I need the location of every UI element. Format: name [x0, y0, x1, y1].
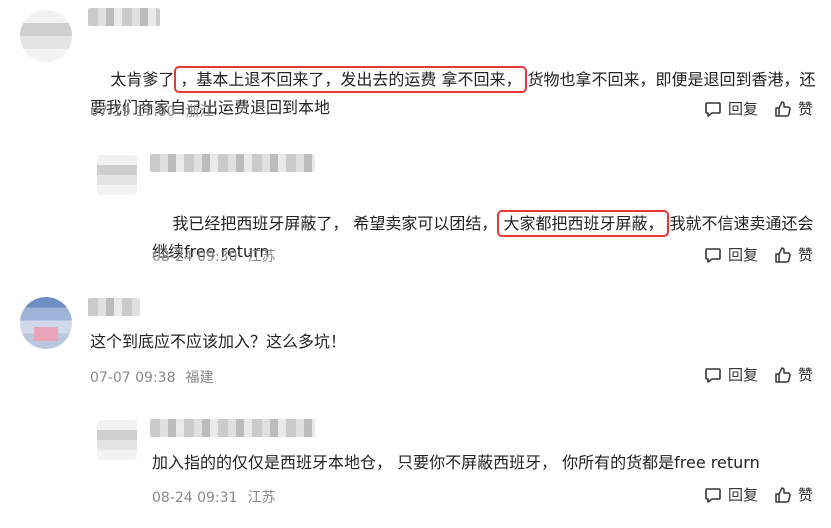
comment-text: 加入指的的仅仅是西班牙本地仓， 只要你不屏蔽西班牙， 你所有的货都是free r… — [152, 453, 760, 472]
like-button[interactable]: 赞 — [774, 98, 813, 119]
like-label: 赞 — [797, 366, 813, 384]
comment-location: 江苏 — [247, 249, 276, 265]
avatar[interactable] — [97, 155, 137, 195]
comment-time: 07-07 09:38 — [90, 370, 176, 386]
reply-button[interactable]: 回复 — [704, 364, 758, 385]
like-label: 赞 — [797, 100, 813, 118]
thumbs-up-icon — [774, 100, 792, 118]
like-button[interactable]: 赞 — [774, 484, 813, 505]
comment-meta: 07-07 09:38 福建 — [90, 367, 213, 387]
reply-label: 回复 — [727, 366, 758, 384]
reply-button[interactable]: 回复 — [704, 484, 758, 505]
like-button[interactable]: 赞 — [774, 244, 813, 265]
avatar[interactable] — [20, 10, 72, 62]
comment-meta: 08-24 09:31 江苏 — [152, 487, 275, 507]
comment-location: 福建 — [185, 370, 214, 386]
comment-bubble-icon — [704, 486, 722, 504]
comment-time: 08-24 09:31 — [152, 490, 238, 506]
username-blurred[interactable] — [150, 419, 315, 437]
thumbs-up-icon — [774, 486, 792, 504]
comment-actions: 回复 赞 — [704, 98, 813, 119]
highlighted-text: ，基本上退不回来了，发出去的运费 拿不回来， — [174, 66, 528, 93]
comment-text-part: 太肯爹了 — [110, 70, 175, 89]
comment-bubble-icon — [704, 366, 722, 384]
comment-actions: 回复 赞 — [704, 364, 813, 385]
thumbs-up-icon — [774, 246, 792, 264]
like-label: 赞 — [797, 246, 813, 264]
username-blurred[interactable] — [88, 8, 160, 26]
reply-button[interactable]: 回复 — [704, 98, 758, 119]
comment-text: 这个到底应不应该加入？这么多坑！ — [90, 332, 347, 351]
comment-text: 我已经把西班牙屏蔽了， 希望卖家可以团结， 大家都把西班牙屏蔽， 我就不信速卖通还会… — [152, 182, 817, 294]
comment-meta: 08-24 09:30 江苏 — [152, 246, 275, 266]
comment-bubble-icon — [704, 100, 722, 118]
username-blurred[interactable] — [150, 154, 315, 172]
avatar[interactable] — [20, 297, 72, 349]
comment-location: 江苏 — [247, 490, 276, 506]
like-label: 赞 — [797, 486, 813, 504]
like-button[interactable]: 赞 — [774, 364, 813, 385]
reply-label: 回复 — [727, 100, 758, 118]
comment-text: 太肯爹了 ，基本上退不回来了，发出去的运费 拿不回来， 货物也拿不回来，即便是退回到… — [90, 38, 820, 150]
reply-label: 回复 — [727, 486, 758, 504]
comment-time: 08-24 09:30 — [152, 249, 238, 265]
comment-bubble-icon — [704, 246, 722, 264]
reply-button[interactable]: 回复 — [704, 244, 758, 265]
comment-actions: 回复 赞 — [704, 244, 813, 265]
avatar[interactable] — [97, 420, 137, 460]
comment-meta: 07-19 17:00 浙江 — [90, 101, 213, 121]
username-blurred[interactable] — [88, 298, 140, 316]
highlighted-text: 大家都把西班牙屏蔽， — [497, 210, 670, 237]
comment-time: 07-19 17:00 — [90, 104, 176, 120]
comment-location: 浙江 — [185, 104, 214, 120]
reply-label: 回复 — [727, 246, 758, 264]
comment-actions: 回复 赞 — [704, 484, 813, 505]
comment-text-part: 我已经把西班牙屏蔽了， 希望卖家可以团结， — [172, 214, 498, 233]
thumbs-up-icon — [774, 366, 792, 384]
